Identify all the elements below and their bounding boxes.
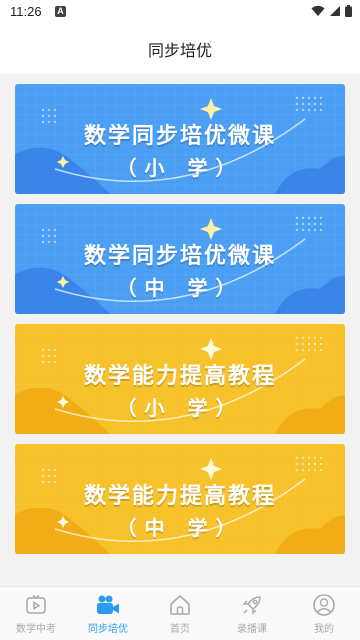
course-banner-math-ability-secondary[interactable]: 数学能力提高教程 （中 学） [15,444,345,554]
tab-home[interactable]: 首页 [144,587,216,640]
banner-subtitle: （小 学） [116,156,244,180]
course-banner-math-ability-primary[interactable]: 数学能力提高教程 （小 学） [15,324,345,434]
banner-title: 数学能力提高教程 [83,484,276,509]
banner-subtitle: （中 学） [116,516,244,540]
tab-label: 同步培优 [88,624,128,635]
tab-label: 首页 [170,624,190,635]
app-header: 同步培优 [0,24,360,74]
home-icon [167,592,193,618]
tab-profile[interactable]: 我的 [288,587,360,640]
page-title: 同步培优 [147,41,212,60]
course-list: 数学同步培优微课 （小 学） 数学同步培优微课 （中 学） 数学能力提高教程 （… [0,74,360,586]
user-icon [311,592,337,618]
status-time: 11:26 [10,4,42,19]
banner-subtitle: （中 学） [116,276,244,300]
play-icon [23,592,49,618]
tab-recorded-courses[interactable]: 录播课 [216,587,288,640]
banner-title: 数学能力提高教程 [83,364,276,389]
banner-title: 数学同步培优微课 [83,124,276,149]
tab-label: 我的 [314,624,334,635]
tab-math-exam[interactable]: 数学中考 [0,587,72,640]
rocket-icon [239,592,265,618]
tab-label: 数学中考 [16,624,56,635]
course-banner-math-micro-secondary[interactable]: 数学同步培优微课 （中 学） [15,204,345,314]
status-bar: 11:26 A [0,0,360,24]
bottom-tab-bar: 数学中考 同步培优 首页 录播课 我的 [0,586,360,640]
wifi-icon [311,5,325,16]
signal-icon [330,6,340,16]
course-banner-math-micro-primary[interactable]: 数学同步培优微课 （小 学） [15,84,345,194]
tab-label: 录播课 [237,624,267,635]
status-indicators [311,5,352,17]
video-camera-icon [95,592,121,618]
tab-sync-tutoring[interactable]: 同步培优 [72,587,144,640]
banner-subtitle: （小 学） [116,396,244,420]
battery-icon [345,5,352,17]
notification-icon: A [55,6,66,17]
banner-title: 数学同步培优微课 [83,244,276,269]
